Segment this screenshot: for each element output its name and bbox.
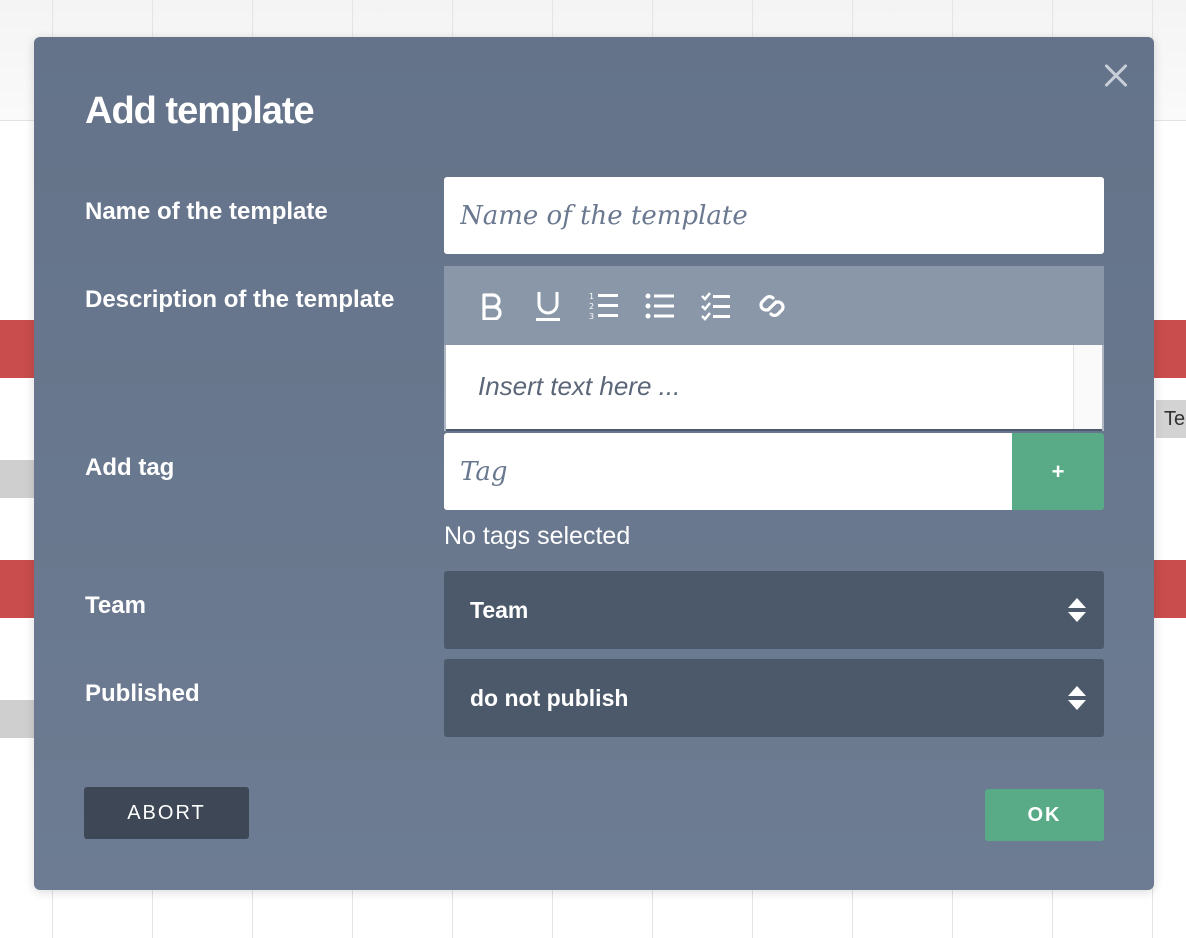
svg-text:2: 2 bbox=[589, 302, 594, 311]
calendar-side-tag: Te bbox=[1156, 400, 1186, 438]
team-select-value: Team bbox=[470, 597, 529, 623]
select-arrows-icon bbox=[1068, 598, 1086, 622]
select-arrows-icon bbox=[1068, 686, 1086, 710]
no-tags-text: No tags selected bbox=[444, 522, 631, 550]
tag-label: Add tag bbox=[85, 454, 175, 481]
add-template-dialog: Add template Name of the template Descri… bbox=[34, 37, 1154, 890]
template-name-input[interactable] bbox=[444, 177, 1104, 254]
add-tag-button[interactable]: + bbox=[1012, 433, 1104, 510]
description-text-area[interactable]: Insert text here ... bbox=[444, 345, 1104, 431]
team-label: Team bbox=[85, 592, 146, 619]
published-select-value: do not publish bbox=[470, 685, 629, 711]
link-icon[interactable] bbox=[752, 286, 792, 326]
ordered-list-icon[interactable]: 123 bbox=[584, 286, 624, 326]
editor-placeholder: Insert text here ... bbox=[478, 371, 681, 401]
description-label: Description of the template bbox=[85, 286, 395, 313]
published-select[interactable]: do not publish bbox=[444, 659, 1104, 737]
description-editor: 123 Insert text here ... bbox=[444, 266, 1104, 431]
dialog-title: Add template bbox=[85, 90, 315, 132]
close-icon[interactable] bbox=[1100, 59, 1132, 91]
editor-scrollbar[interactable] bbox=[1073, 345, 1102, 429]
tag-input[interactable] bbox=[444, 433, 1012, 510]
ok-button[interactable]: OK bbox=[985, 789, 1104, 841]
svg-text:3: 3 bbox=[589, 312, 594, 321]
underline-icon[interactable] bbox=[528, 286, 568, 326]
checklist-icon[interactable] bbox=[696, 286, 736, 326]
team-select[interactable]: Team bbox=[444, 571, 1104, 649]
abort-button[interactable]: ABORT bbox=[84, 787, 249, 839]
name-label: Name of the template bbox=[85, 198, 328, 225]
editor-toolbar: 123 bbox=[444, 266, 1104, 345]
bullet-list-icon[interactable] bbox=[640, 286, 680, 326]
editor-bottom-border bbox=[446, 429, 1102, 431]
published-label: Published bbox=[85, 680, 200, 707]
bold-icon[interactable] bbox=[472, 286, 512, 326]
svg-text:1: 1 bbox=[589, 292, 594, 301]
